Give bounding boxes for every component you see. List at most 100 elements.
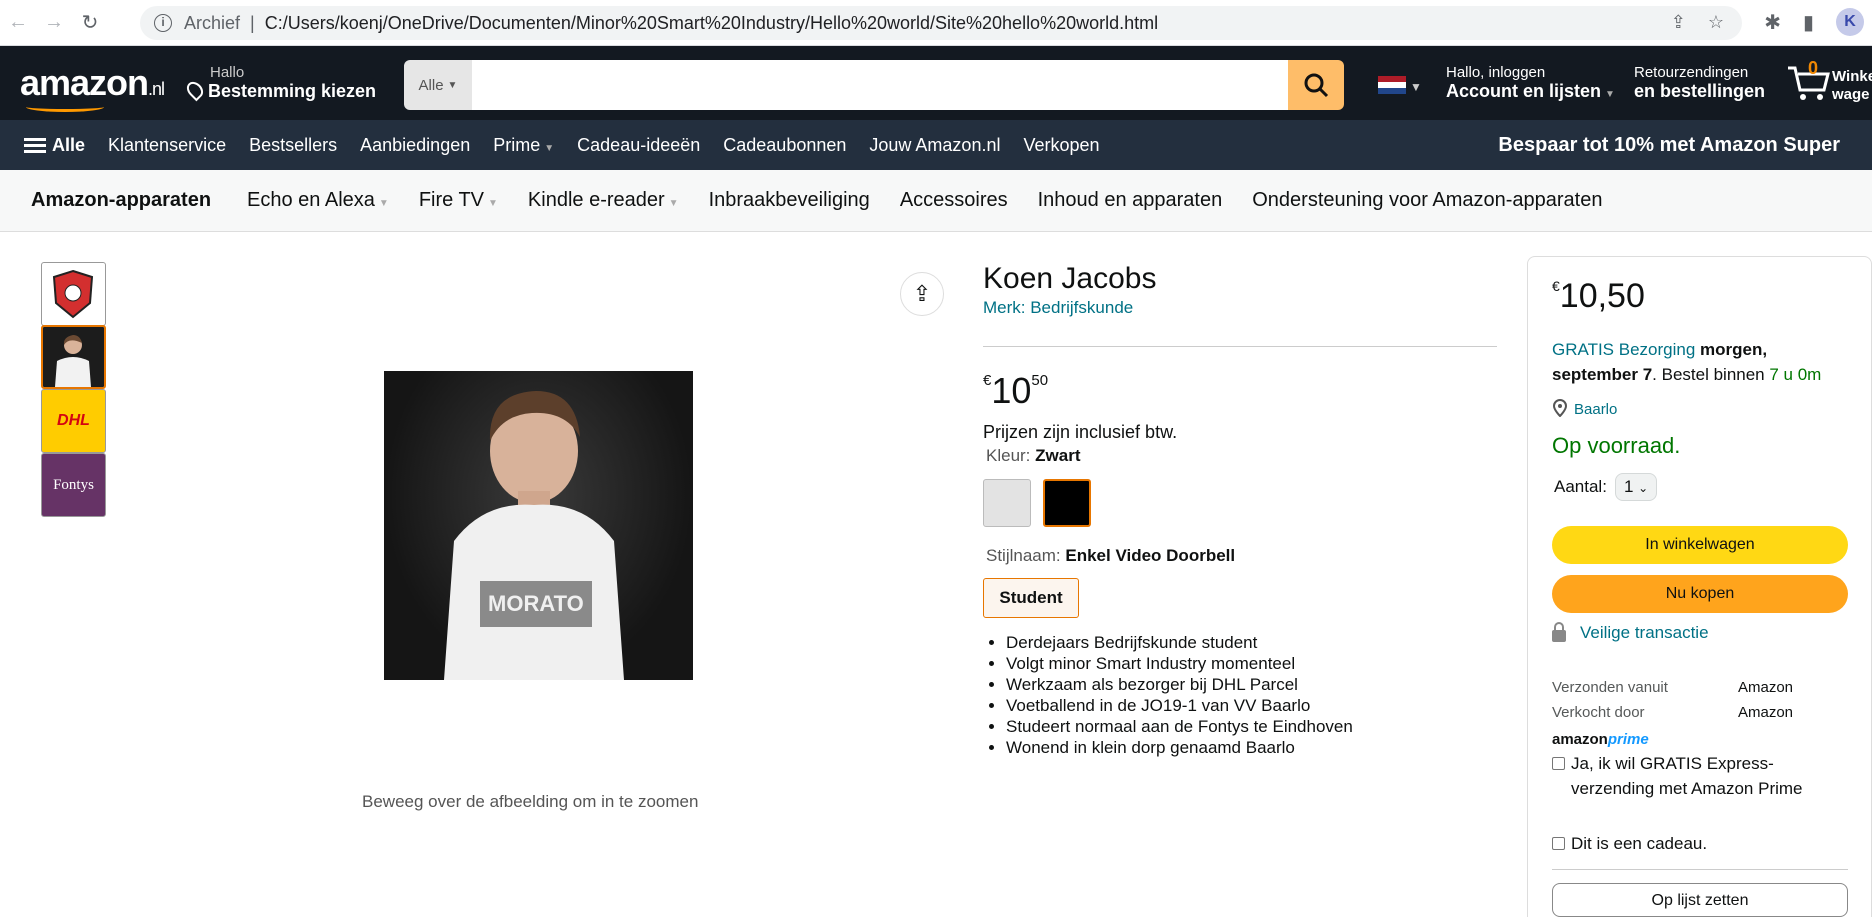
url-text[interactable]: C:/Users/koenj/OneDrive/Documenten/Minor… [265,13,1158,34]
ships-from-label: Verzonden vanuit [1552,679,1668,696]
deliver-to[interactable]: Hallo Bestemming kiezen [183,64,376,102]
profile-avatar[interactable]: K [1836,8,1864,36]
quantity-select[interactable]: 1 ⌄ [1614,473,1658,501]
color-swatch-black[interactable] [1043,479,1091,527]
share-button[interactable]: ⇪ [900,272,944,316]
free-delivery-link[interactable]: GRATIS Bezorging [1552,340,1695,359]
all-menu-label: Alle [52,134,86,155]
chevron-down-icon: ⌄ [1638,481,1649,495]
browser-right-icons: ✱ ▮ K [1764,8,1872,36]
zoom-hint: Beweeg over de afbeelding om in te zoome… [362,792,699,811]
search-category-label: Alle [418,76,444,94]
divider [983,346,1497,347]
nav-link-aanbiedingen[interactable]: Aanbiedingen [360,135,470,156]
price-whole: 10 [991,370,1032,411]
brand-link[interactable]: Merk: Bedrijfskunde [983,298,1133,318]
prime-checkbox[interactable] [1552,757,1565,770]
main-product-image[interactable]: MORATO [384,371,693,680]
promo-banner[interactable]: Bespaar tot 10% met Amazon Super [1498,134,1840,157]
category-echo[interactable]: Echo en Alexa ▼ [247,189,389,212]
back-icon[interactable]: ← [0,11,36,34]
share-icon: ⇪ [912,281,932,306]
category-ondersteuning[interactable]: Ondersteuning voor Amazon-apparaten [1252,189,1602,212]
chevron-down-icon: ▼ [488,198,498,209]
amazon-logo[interactable]: amazon.nl [20,62,165,112]
category-accessoires[interactable]: Accessoires [900,189,1008,212]
category-kindle[interactable]: Kindle e-reader ▼ [528,189,679,212]
logo-smile-icon [26,102,104,112]
nav-link-klantenservice[interactable]: Klantenservice [108,135,226,156]
secure-transaction[interactable]: Veilige transactie [1552,622,1709,643]
divider [1552,869,1848,870]
color-label: Kleur: Zwart [986,446,1081,466]
category-kindle-label: Kindle e-reader [527,189,665,211]
price-fraction: 50 [1031,372,1049,389]
cart-button[interactable]: 0 Winke wage [1786,58,1872,107]
side-panel-icon[interactable]: ▮ [1803,10,1814,35]
nav-link-bestsellers[interactable]: Bestsellers [249,135,337,156]
category-inhoud[interactable]: Inhoud en apparaten [1038,189,1223,212]
delivery-location[interactable]: Baarlo [1552,398,1617,418]
deliver-greeting: Hallo [210,64,245,81]
product-page: DHL Fontys ⇪ MORATO Beweeg over de afbee… [0,232,1872,917]
nav-link-cadeau-ideeen[interactable]: Cadeau-ideeën [577,135,700,156]
gift-checkbox[interactable] [1552,837,1565,850]
address-bar-icons: ⇪ ☆ [1671,12,1724,33]
forward-icon[interactable]: → [36,11,72,34]
nav-link-cadeaubonnen[interactable]: Cadeaubonnen [723,135,846,156]
delivery-countdown: 7 u 0m [1769,365,1822,384]
color-swatch-white[interactable] [983,479,1031,527]
product-price: €1050 [983,370,1048,412]
sold-by-label: Verkocht door [1552,704,1645,721]
add-to-cart-button[interactable]: In winkelwagen [1552,526,1848,564]
reload-icon[interactable]: ↻ [72,10,108,35]
category-fire-tv-label: Fire TV [418,189,485,211]
category-fire-tv[interactable]: Fire TV ▼ [419,189,498,212]
nav-link-prime[interactable]: Prime ▼ [493,135,554,156]
search-input[interactable] [472,60,1288,110]
portrait-image: MORATO [444,391,624,680]
search-category-dropdown[interactable]: Alle ▼ [404,60,472,110]
nav-link-verkopen[interactable]: Verkopen [1023,135,1099,156]
flag-nl-icon[interactable] [1378,76,1406,94]
buy-now-button[interactable]: Nu kopen [1552,575,1848,613]
location-pin-icon [1552,398,1568,418]
info-icon[interactable]: i [154,14,172,32]
buybox-price: €10,50 [1552,277,1645,316]
chevron-down-icon: ▼ [1410,80,1422,94]
nav-link-jouw-amazon[interactable]: Jouw Amazon.nl [869,135,1000,156]
extensions-icon[interactable]: ✱ [1764,10,1781,35]
account-menu[interactable]: Hallo, inloggen Account en lijsten ▼ [1446,64,1615,102]
search-button[interactable] [1288,60,1344,110]
add-to-list-button[interactable]: Op lijst zetten [1552,883,1848,917]
sold-by-value: Amazon [1738,704,1794,721]
category-inbraak[interactable]: Inbraakbeveiliging [709,189,870,212]
chevron-down-icon: ▼ [1605,89,1615,100]
style-option-student[interactable]: Student [983,578,1079,618]
style-value: Enkel Video Doorbell [1065,546,1236,565]
list-item: Derdejaars Bedrijfskunde student [1006,632,1353,653]
gift-checkbox-row[interactable]: Dit is een cadeau. [1552,831,1842,856]
account-greeting: Hallo, inloggen [1446,64,1546,81]
category-brand[interactable]: Amazon-apparaten [31,189,211,212]
thumbnail-fontys[interactable]: Fontys [41,453,106,517]
thumbnail-club-crest[interactable] [41,262,106,326]
address-bar[interactable]: i Archief | C:/Users/koenj/OneDrive/Docu… [140,6,1742,40]
thumbnail-dhl[interactable]: DHL [41,389,106,453]
bookmark-star-icon[interactable]: ☆ [1708,12,1724,33]
prime-checkbox-row[interactable]: Ja, ik wil GRATIS Express-verzending met… [1552,751,1842,801]
search-bar: Alle ▼ [404,60,1344,110]
list-item: Volgt minor Smart Industry momenteel [1006,653,1353,674]
amazon-prime-logo: amazonprime [1552,731,1649,748]
color-value: Zwart [1035,446,1081,465]
quantity-label: Aantal: [1554,477,1607,496]
share-page-icon[interactable]: ⇪ [1671,12,1686,33]
list-item: Voetballend in de JO19-1 van VV Baarlo [1006,695,1353,716]
color-label-text: Kleur: [986,446,1031,465]
prime-checkbox-label: Ja, ik wil GRATIS Express-verzending met… [1571,754,1803,798]
all-menu-button[interactable]: Alle [24,135,85,156]
returns-line2: en bestellingen [1634,81,1766,101]
thumbnail-portrait[interactable] [41,325,106,389]
archive-label: Archief [184,12,241,33]
returns-orders[interactable]: Retourzendingen en bestellingen [1634,64,1765,102]
